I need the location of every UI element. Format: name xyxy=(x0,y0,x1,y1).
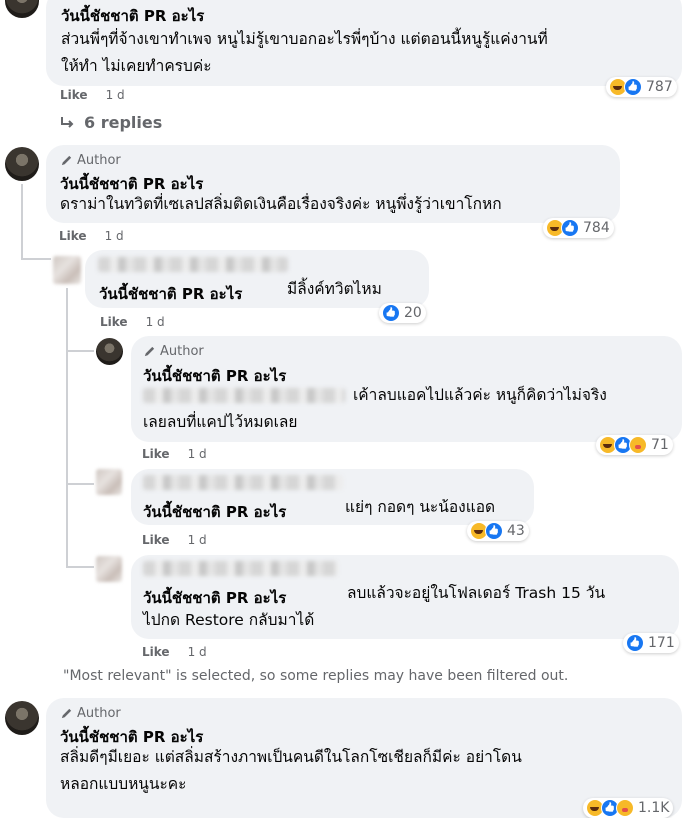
reply-arrow-icon xyxy=(61,116,74,128)
reaction-count: 43 xyxy=(507,523,525,539)
comment-text-line: เค้าลบแอคไปแล้วค่ะ หนูก็คิดว่าไม่จริง xyxy=(353,386,607,404)
author-label: Author xyxy=(77,153,121,168)
author-label: Author xyxy=(77,706,121,721)
avatar[interactable] xyxy=(96,556,122,582)
thread-line xyxy=(21,184,23,260)
comment-text-line: ให้ทำ ไม่เคยทำครบค่ะ xyxy=(61,57,212,75)
author-badge: Author xyxy=(60,706,121,721)
comment-actions: Like 1 d xyxy=(59,229,124,243)
pencil-icon xyxy=(144,346,155,357)
reaction-summary[interactable]: 43 xyxy=(467,521,529,541)
comment-text-line: ไปกด Restore กลับมาได้ xyxy=(143,611,315,629)
view-replies-link[interactable]: 6 replies xyxy=(60,113,162,132)
thread-line xyxy=(66,566,94,568)
blurred-username xyxy=(98,257,288,272)
like-reaction-icon xyxy=(561,219,579,237)
comment-actions: Like 1 d xyxy=(142,645,207,659)
comment-actions: Like 1 d xyxy=(100,315,165,329)
author-badge: Author xyxy=(143,344,204,359)
comment-time[interactable]: 1 d xyxy=(105,229,124,243)
care-reaction-icon xyxy=(616,799,634,817)
like-reaction-icon xyxy=(485,522,503,540)
pencil-icon xyxy=(61,155,72,166)
author-label: Author xyxy=(160,344,204,359)
comment-time[interactable]: 1 d xyxy=(106,88,125,102)
thread-line xyxy=(21,258,51,260)
like-button[interactable]: Like xyxy=(142,533,170,547)
reaction-summary[interactable]: 1.1K xyxy=(583,798,674,818)
avatar[interactable] xyxy=(53,256,81,284)
thread-line xyxy=(66,350,94,352)
like-reaction-icon xyxy=(382,304,400,322)
like-reaction-icon xyxy=(624,78,642,96)
reaction-summary[interactable]: 171 xyxy=(623,633,679,653)
comment-author-name[interactable]: วันนี้ชัชชาติ PR อะไร xyxy=(143,364,286,388)
thread-line xyxy=(66,288,68,568)
reaction-summary[interactable]: 787 xyxy=(606,77,677,97)
blurred-username xyxy=(143,561,338,576)
comment-time[interactable]: 1 d xyxy=(188,447,207,461)
avatar[interactable] xyxy=(5,0,39,18)
comment-actions: Like 1 d xyxy=(60,88,125,102)
avatar[interactable] xyxy=(96,469,122,495)
blurred-mention xyxy=(143,388,345,403)
reaction-count: 1.1K xyxy=(638,800,670,816)
comment-actions: Like 1 d xyxy=(142,533,207,547)
reaction-summary[interactable]: 20 xyxy=(379,303,426,323)
like-button[interactable]: Like xyxy=(100,315,128,329)
author-badge: Author xyxy=(60,153,121,168)
comment-text: มีลิ้งค์ทวิตไหม xyxy=(287,280,382,298)
avatar[interactable] xyxy=(5,147,39,181)
comment-text-line: สลิ่มดีๆมีเยอะ แต่สลิ่มสร้างภาพเป็นคนดีใ… xyxy=(60,748,522,766)
avatar[interactable] xyxy=(96,338,123,365)
comment-time[interactable]: 1 d xyxy=(188,645,207,659)
reaction-summary[interactable]: 71 xyxy=(596,435,673,455)
reaction-summary[interactable]: 784 xyxy=(543,218,614,238)
blurred-username xyxy=(143,475,343,490)
comment-author-name[interactable]: วันนี้ชัชชาติ PR อะไร xyxy=(99,282,242,306)
like-button[interactable]: Like xyxy=(142,447,170,461)
comment-time[interactable]: 1 d xyxy=(188,533,207,547)
like-button[interactable]: Like xyxy=(60,88,88,102)
reaction-count: 20 xyxy=(404,305,422,321)
reaction-count: 71 xyxy=(651,437,669,453)
care-reaction-icon xyxy=(629,436,647,454)
comment-text-line: เลยลบที่แคปไว้หมดเลย xyxy=(143,413,298,431)
pencil-icon xyxy=(61,708,72,719)
reaction-count: 171 xyxy=(648,635,675,651)
avatar[interactable] xyxy=(5,701,39,735)
comment-text: แย่ๆ กอดๆ นะน้องแอด xyxy=(345,498,496,516)
filter-notice: "Most relevant" is selected, so some rep… xyxy=(63,668,569,684)
comment-text-line: หลอกแบบหนูนะคะ xyxy=(60,775,187,793)
like-button[interactable]: Like xyxy=(142,645,170,659)
comment-time[interactable]: 1 d xyxy=(146,315,165,329)
reaction-count: 784 xyxy=(583,220,610,236)
reaction-count: 787 xyxy=(646,79,673,95)
like-button[interactable]: Like xyxy=(59,229,87,243)
comment-actions: Like 1 d xyxy=(142,447,207,461)
comment-author-name[interactable]: วันนี้ชัชชาติ PR อะไร xyxy=(143,500,286,524)
like-reaction-icon xyxy=(626,634,644,652)
comment-text-line: ดราม่าในทวิตที่เซเลปสลิ่มติดเงินคือเรื่อ… xyxy=(60,195,502,213)
thread-line xyxy=(66,483,94,485)
comment-text-line: ลบแล้วจะอยู่ในโฟลเดอร์ Trash 15 วัน xyxy=(347,584,606,602)
comment-text-line: ส่วนพี่ๆที่จ้างเขาทำเพจ หนูไม่รู้เขาบอกอ… xyxy=(61,30,548,48)
comment-author-name[interactable]: วันนี้ชัชชาติ PR อะไร xyxy=(61,4,204,28)
replies-count[interactable]: 6 replies xyxy=(84,113,162,132)
